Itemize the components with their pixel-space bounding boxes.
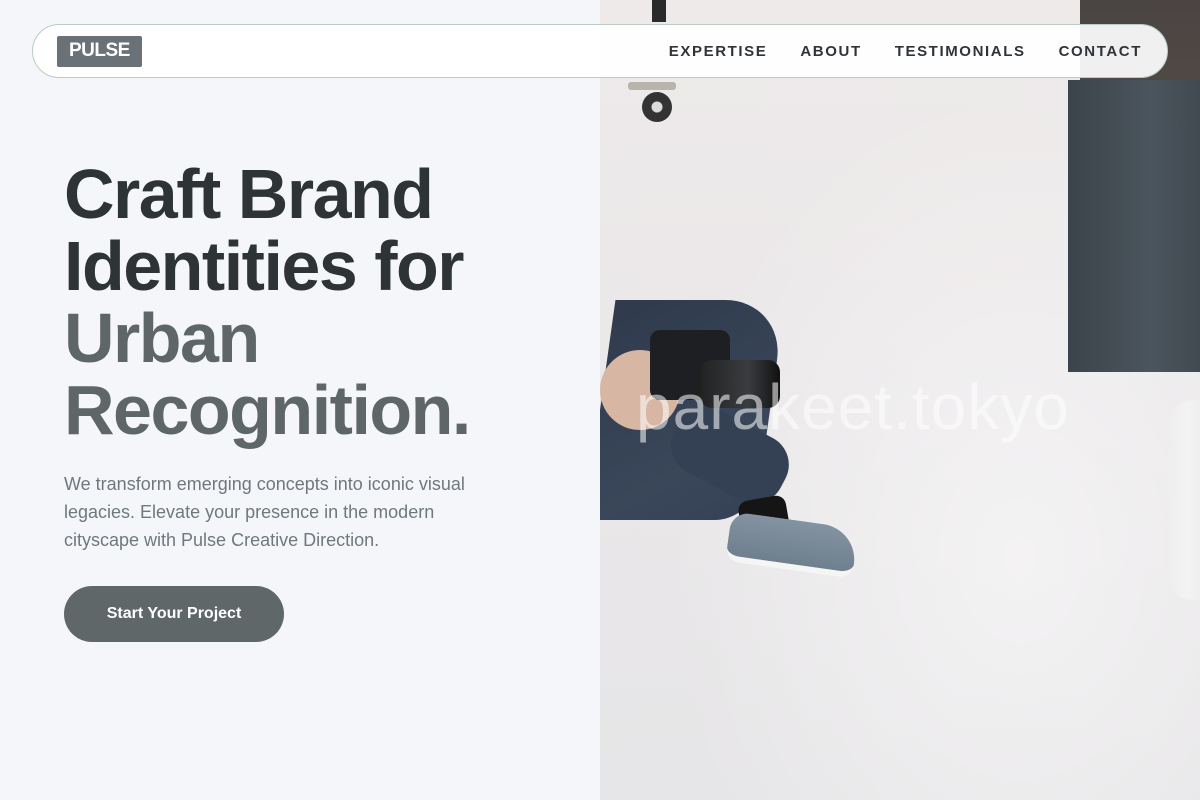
- hero-title-line-4: Recognition.: [64, 371, 471, 449]
- landing-page: parakeet.tokyo PULSE EXPERTISE ABOUT TES…: [0, 0, 1200, 800]
- cart-bar: [628, 82, 676, 90]
- hero-subtitle: We transform emerging concepts into icon…: [64, 474, 465, 550]
- hero-photo: parakeet.tokyo: [600, 0, 1200, 800]
- studio-box: [1068, 80, 1200, 372]
- hero-title-line-3: Urban: [64, 299, 260, 377]
- nav-link-contact[interactable]: CONTACT: [1059, 43, 1142, 60]
- hero-title: Craft Brand Identities for Urban Recogni…: [64, 155, 471, 449]
- hero-title-line-2: Identities for: [64, 227, 465, 305]
- cart-wheel: [642, 92, 672, 122]
- cart-leg: [652, 0, 666, 22]
- nav-link-testimonials[interactable]: TESTIMONIALS: [895, 43, 1026, 60]
- main-navbar: PULSE EXPERTISE ABOUT TESTIMONIALS CONTA…: [32, 24, 1168, 78]
- nav-links: EXPERTISE ABOUT TESTIMONIALS CONTACT: [669, 43, 1142, 60]
- nav-link-expertise[interactable]: EXPERTISE: [669, 43, 768, 60]
- photo-watermark: parakeet.tokyo: [636, 371, 1070, 443]
- nav-link-about[interactable]: ABOUT: [800, 43, 861, 60]
- second-person-edge: [1168, 400, 1200, 600]
- start-project-button[interactable]: Start Your Project: [64, 586, 284, 642]
- brand-logo[interactable]: PULSE: [57, 35, 142, 67]
- hero-title-line-1: Craft Brand: [64, 155, 434, 233]
